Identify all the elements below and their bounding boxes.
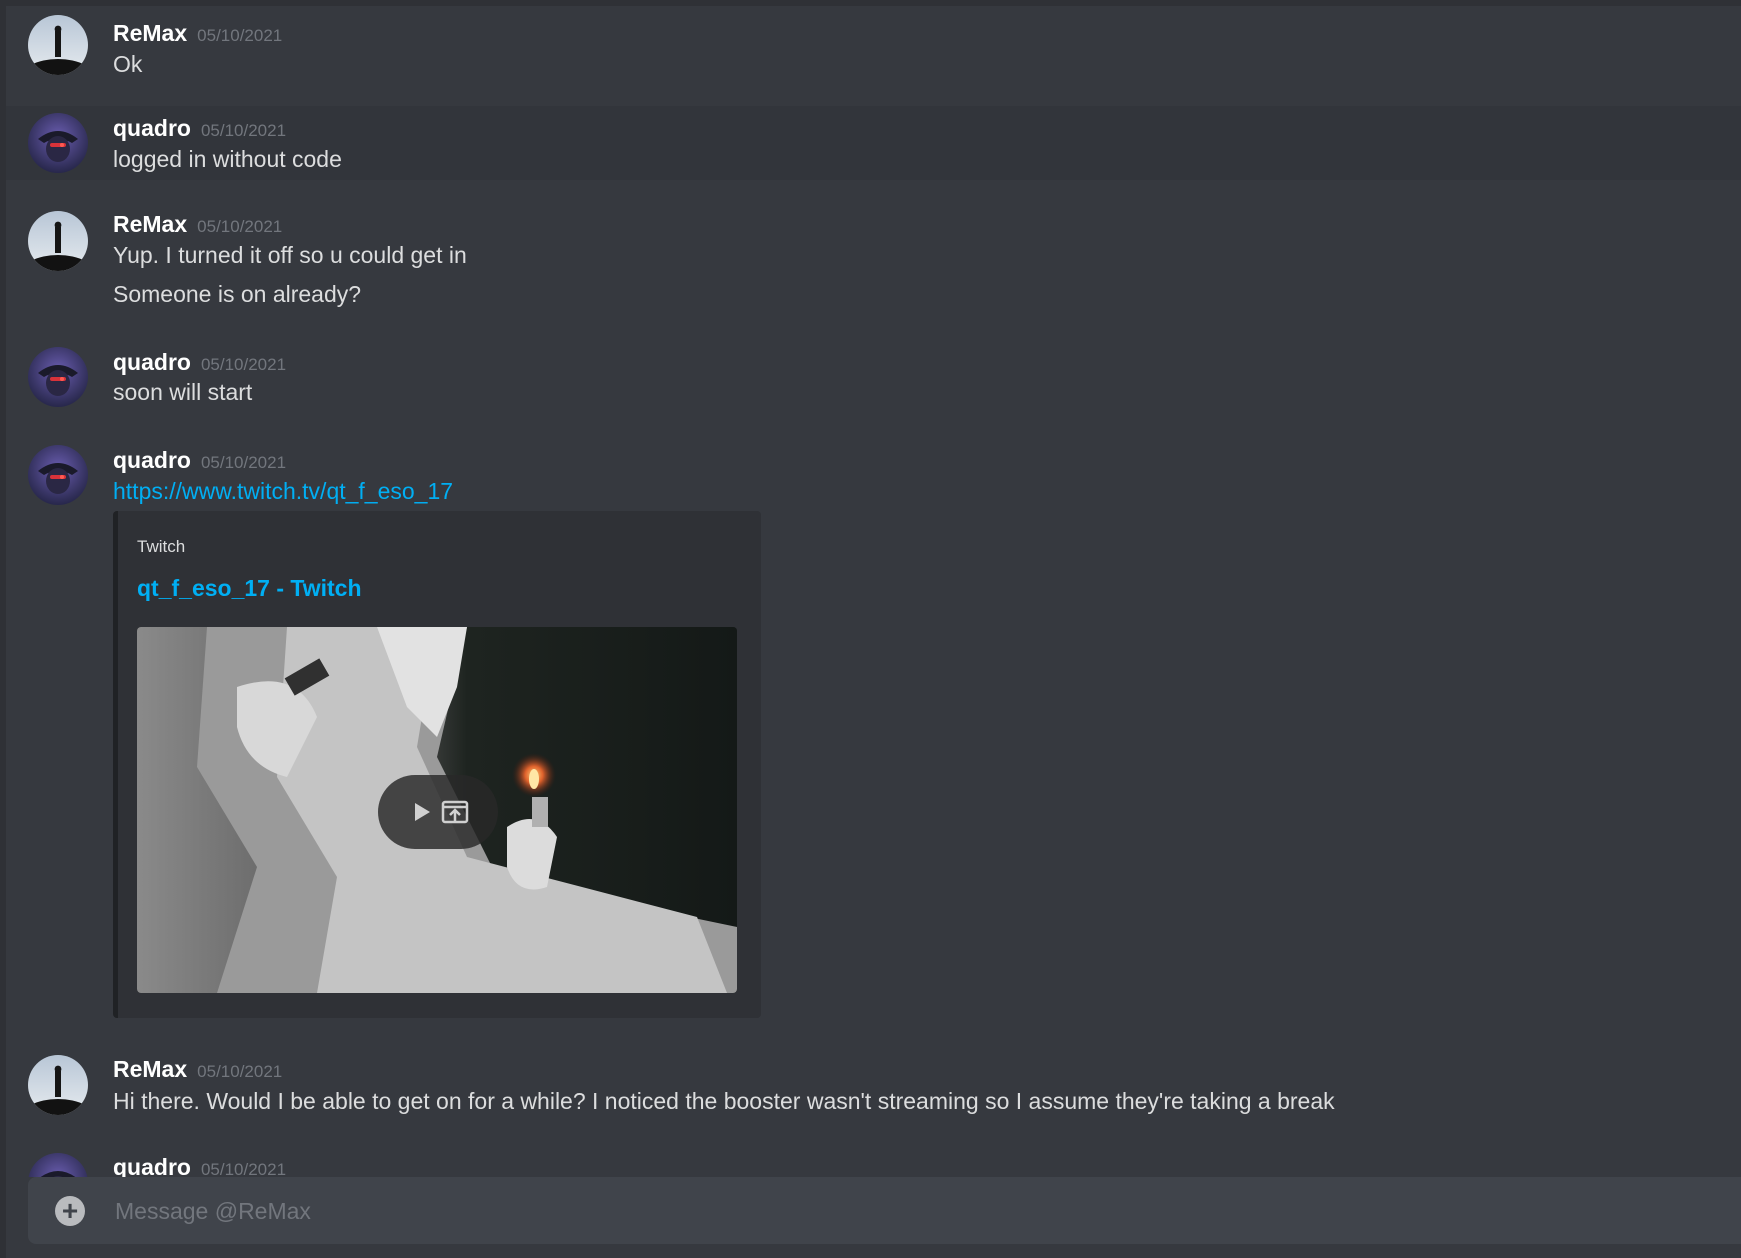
message-text: Hi there. Would I be able to get on for … <box>113 1088 1335 1114</box>
message-header: ReMax 05/10/2021 <box>113 211 282 241</box>
username[interactable]: quadro <box>113 115 191 141</box>
timestamp: 05/10/2021 <box>197 217 283 236</box>
avatar[interactable] <box>28 347 88 407</box>
message: ReMax 05/10/2021 Ok <box>6 6 1741 106</box>
message-header: ReMax 05/10/2021 <box>113 1056 282 1086</box>
message: ReMax 05/10/2021 Yup. I turned it off so … <box>6 196 1741 316</box>
message: ReMax 05/10/2021 Hi there. Would I be abl… <box>6 1043 1741 1123</box>
username[interactable]: quadro <box>113 447 191 473</box>
message-header: quadro 05/10/2021 <box>113 1154 286 1177</box>
timestamp: 05/10/2021 <box>197 26 283 45</box>
avatar[interactable] <box>28 113 88 173</box>
message-text: Ok <box>113 51 143 77</box>
message-header: quadro 05/10/2021 <box>113 115 286 145</box>
play-icon[interactable] <box>404 795 438 829</box>
message-header: ReMax 05/10/2021 <box>113 20 282 50</box>
message: quadro 05/10/2021 soon will start <box>6 334 1741 414</box>
embed-thumbnail[interactable] <box>137 627 737 993</box>
message-header: quadro 05/10/2021 <box>113 447 286 477</box>
avatar[interactable] <box>28 1153 88 1177</box>
timestamp: 05/10/2021 <box>200 121 287 140</box>
message: quadro 05/10/2021 <box>6 1141 1741 1177</box>
username[interactable]: ReMax <box>113 211 187 237</box>
message-text: Someone is on already? <box>113 281 362 307</box>
timestamp: 05/10/2021 <box>200 453 287 472</box>
timestamp: 05/10/2021 <box>200 1160 287 1177</box>
plus-circle-icon[interactable]: + <box>55 1196 85 1226</box>
link-embed: Twitch qt_f_eso_17 - Twitch <box>113 511 761 1018</box>
avatar[interactable] <box>28 211 88 271</box>
external-link-icon[interactable] <box>438 795 472 829</box>
message-header: quadro 05/10/2021 <box>113 349 286 379</box>
message-link[interactable]: https://www.twitch.tv/qt_f_eso_17 <box>113 478 453 505</box>
username[interactable]: ReMax <box>113 1056 187 1082</box>
message-text: logged in without code <box>113 146 342 172</box>
username[interactable]: quadro <box>113 1154 191 1177</box>
avatar[interactable] <box>28 1055 88 1115</box>
chat-window: ReMax 05/10/2021 Ok quadro 05/10/2021 logg… <box>0 0 1741 1258</box>
media-controls <box>378 775 498 849</box>
avatar[interactable] <box>28 15 88 75</box>
message: quadro 05/10/2021 logged in without code <box>6 106 1741 180</box>
message-text: Yup. I turned it off so u could get in <box>113 242 467 268</box>
avatar[interactable] <box>28 445 88 505</box>
username[interactable]: ReMax <box>113 20 187 46</box>
timestamp: 05/10/2021 <box>200 355 287 374</box>
message-input[interactable] <box>113 1190 1697 1232</box>
message-composer: + <box>28 1177 1741 1244</box>
message-text: soon will start <box>113 379 253 405</box>
embed-title[interactable]: qt_f_eso_17 - Twitch <box>137 575 362 602</box>
username[interactable]: quadro <box>113 349 191 375</box>
embed-provider[interactable]: Twitch <box>137 537 185 557</box>
timestamp: 05/10/2021 <box>197 1062 283 1081</box>
